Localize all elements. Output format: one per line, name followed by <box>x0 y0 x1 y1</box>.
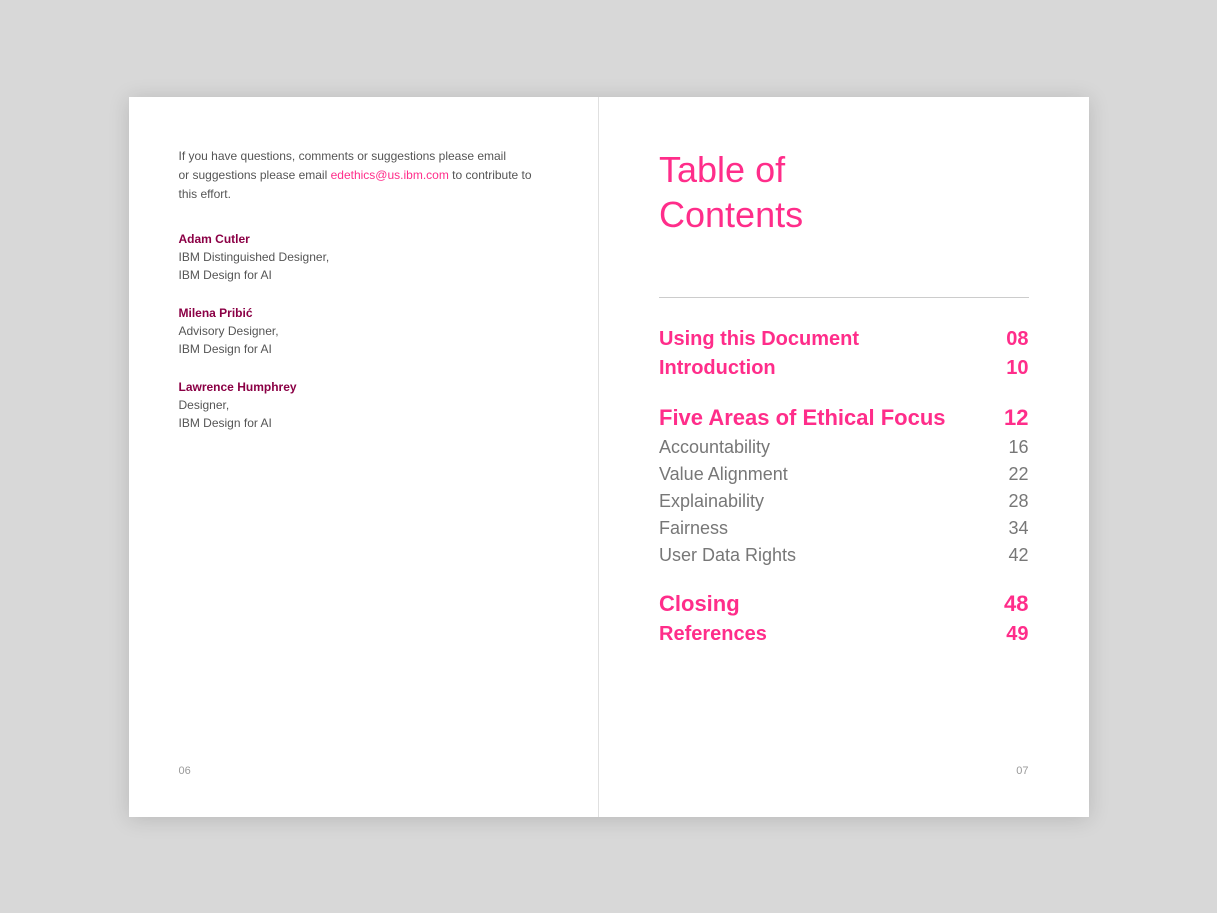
toc-entry-user-data-rights: User Data Rights 42 <box>659 545 1029 566</box>
contributor-2-name: Milena Pribić <box>179 306 549 320</box>
toc-label-user-data-rights: User Data Rights <box>659 545 796 566</box>
page-number-left: 06 <box>179 765 549 777</box>
toc-section-using: Using this Document 08 Introduction 10 <box>659 328 1029 380</box>
page-right: Table of Contents Using this Document 08… <box>599 97 1089 817</box>
toc-number-fairness: 34 <box>1008 518 1028 539</box>
toc-number-five-areas: 12 <box>1004 405 1028 431</box>
toc-label-fairness: Fairness <box>659 518 728 539</box>
page-left: If you have questions, comments or sugge… <box>129 97 600 817</box>
contributor-1: Adam Cutler IBM Distinguished Designer,I… <box>179 232 549 284</box>
contributor-2: Milena Pribić Advisory Designer,IBM Desi… <box>179 306 549 358</box>
toc-label-closing: Closing <box>659 591 740 617</box>
intro-text-1: If you have questions, comments or sugge… <box>179 149 507 163</box>
toc-title-line2: Contents <box>659 194 803 235</box>
toc-entry-explainability: Explainability 28 <box>659 491 1029 512</box>
toc-number-references: 49 <box>1006 623 1028 646</box>
toc-label-references: References <box>659 623 767 646</box>
contributor-1-role: IBM Distinguished Designer,IBM Design fo… <box>179 248 549 284</box>
toc-entry-value-alignment: Value Alignment 22 <box>659 464 1029 485</box>
toc-number-explainability: 28 <box>1008 491 1028 512</box>
toc-section-closing: Closing 48 References 49 <box>659 591 1029 646</box>
contributor-3-name: Lawrence Humphrey <box>179 380 549 394</box>
toc-entry-accountability: Accountability 16 <box>659 437 1029 458</box>
toc-entry-five-areas: Five Areas of Ethical Focus 12 <box>659 405 1029 431</box>
toc-number-intro: 10 <box>1006 357 1028 380</box>
toc-label-explainability: Explainability <box>659 491 764 512</box>
toc-main: Table of Contents Using this Document 08… <box>659 147 1029 765</box>
toc-label-accountability: Accountability <box>659 437 770 458</box>
toc-divider <box>659 297 1029 298</box>
toc-entry-using: Using this Document 08 <box>659 328 1029 351</box>
toc-number-accountability: 16 <box>1008 437 1028 458</box>
toc-number-using: 08 <box>1006 328 1028 351</box>
toc-label-five-areas: Five Areas of Ethical Focus <box>659 405 946 431</box>
left-content: If you have questions, comments or sugge… <box>179 147 549 765</box>
toc-title: Table of Contents <box>659 147 1029 237</box>
contributor-1-name: Adam Cutler <box>179 232 549 246</box>
toc-title-line1: Table of <box>659 149 785 190</box>
page-number-right: 07 <box>659 765 1029 777</box>
toc-entry-fairness: Fairness 34 <box>659 518 1029 539</box>
contributor-3-role: Designer,IBM Design for AI <box>179 396 549 432</box>
book-spread: If you have questions, comments or sugge… <box>129 97 1089 817</box>
toc-label-intro: Introduction <box>659 357 776 380</box>
toc-number-closing: 48 <box>1004 591 1028 617</box>
email-link[interactable]: edethics@us.ibm.com <box>331 168 449 182</box>
toc-entry-references: References 49 <box>659 623 1029 646</box>
toc-section-five-areas: Five Areas of Ethical Focus 12 Accountab… <box>659 405 1029 566</box>
toc-label-using: Using this Document <box>659 328 859 351</box>
toc-label-value-alignment: Value Alignment <box>659 464 788 485</box>
intro-paragraph: If you have questions, comments or sugge… <box>179 147 549 205</box>
toc-number-value-alignment: 22 <box>1008 464 1028 485</box>
contributor-2-role: Advisory Designer,IBM Design for AI <box>179 322 549 358</box>
contributor-3: Lawrence Humphrey Designer,IBM Design fo… <box>179 380 549 432</box>
intro-text-2: or suggestions please email <box>179 168 331 182</box>
toc-entry-intro: Introduction 10 <box>659 357 1029 380</box>
toc-entry-closing: Closing 48 <box>659 591 1029 617</box>
toc-number-user-data-rights: 42 <box>1008 545 1028 566</box>
